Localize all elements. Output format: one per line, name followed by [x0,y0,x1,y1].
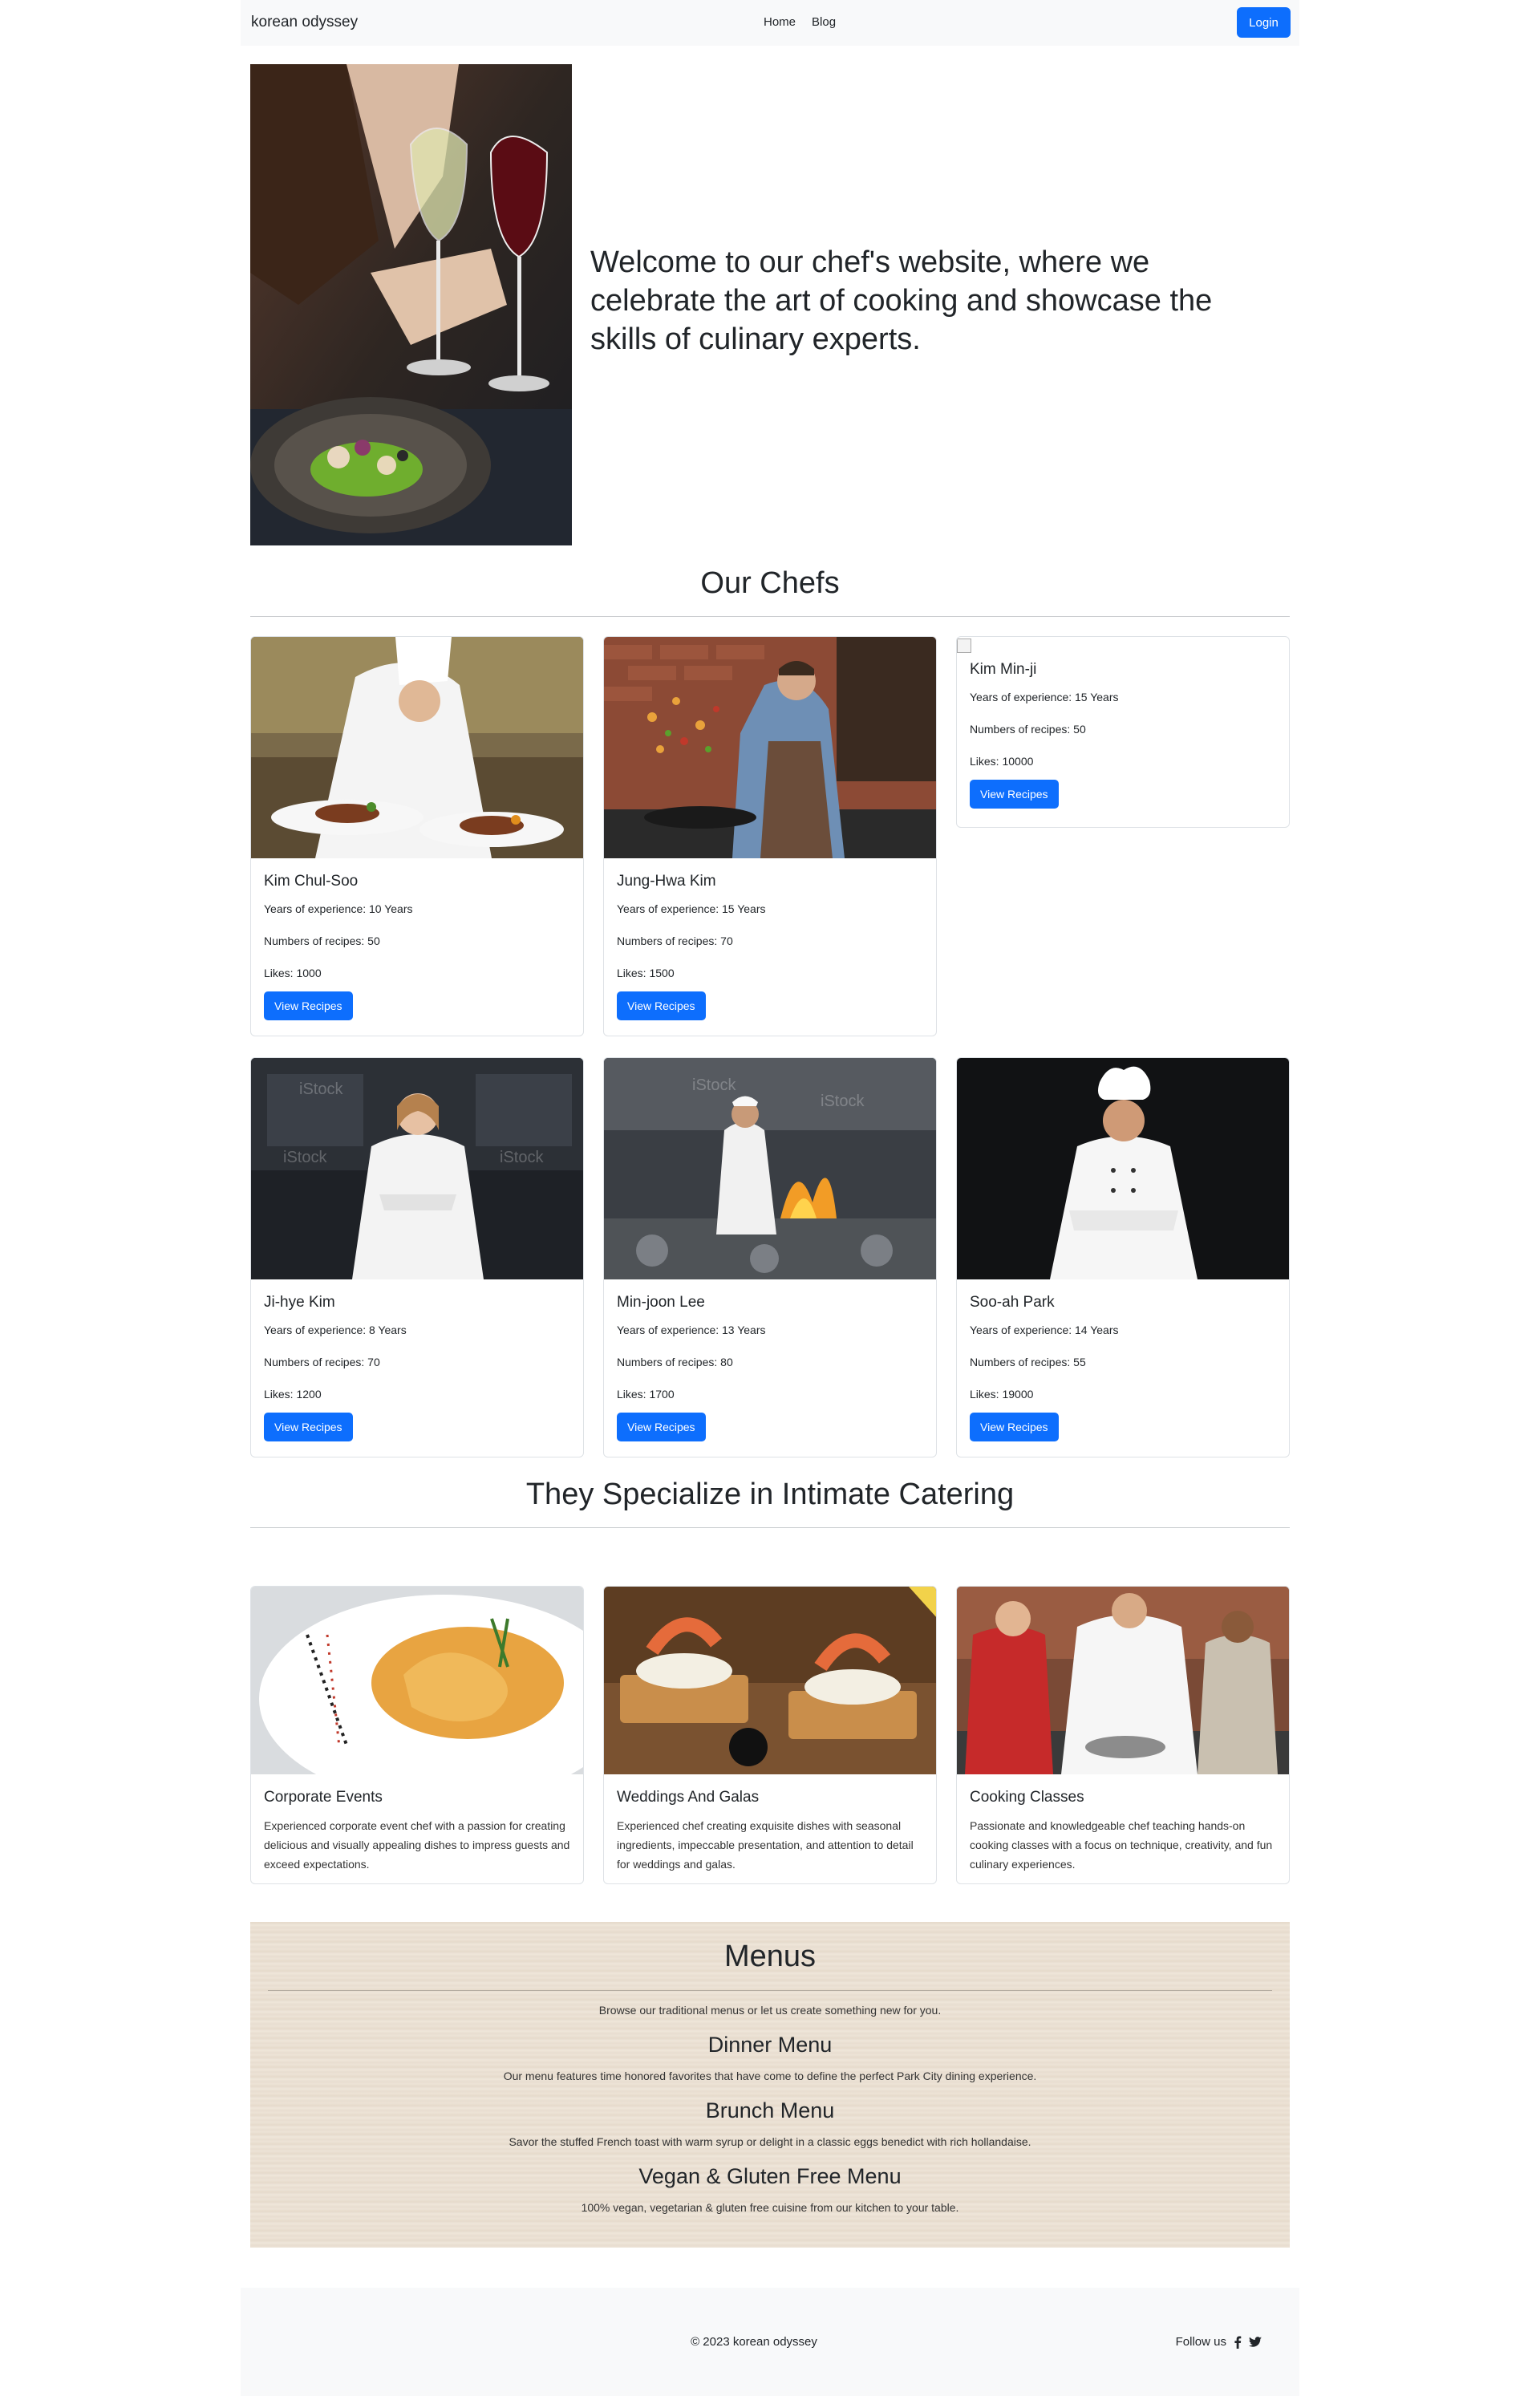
brand-logo[interactable]: korean odyssey [251,14,358,31]
divider [250,616,1290,617]
brunch-menu-description: Savor the stuffed French toast with warm… [509,2135,1031,2148]
chef-likes: Likes: 19000 [970,1388,1034,1401]
chef-recipes: Numbers of recipes: 50 [264,934,380,947]
follow-us: Follow us [1176,2335,1262,2349]
divider [268,1990,1272,1991]
catering-description: Experienced chef creating exquisite dish… [617,1819,914,1871]
catering-photo [957,1587,1289,1774]
view-recipes-button[interactable]: View Recipes [264,991,353,1020]
nav-link-blog[interactable]: Blog [812,15,836,29]
view-recipes-button[interactable]: View Recipes [970,1413,1059,1441]
navbar: korean odyssey Home Blog Login [241,0,1299,46]
catering-section-title: They Specialize in Intimate Catering [525,1478,1015,1511]
twitter-icon[interactable] [1249,2336,1262,2349]
login-button[interactable]: Login [1237,7,1291,38]
vegan-menu-title[interactable]: Vegan & Gluten Free Menu [250,2164,1290,2189]
svg-text:iStock: iStock [821,1093,865,1110]
chef-photo [604,637,936,858]
catering-description: Passionate and knowledgeable chef teachi… [970,1819,1273,1871]
follow-us-label: Follow us [1175,2335,1226,2349]
copyright: © 2023 korean odyssey [691,2335,817,2349]
menus-subtitle: Browse our traditional menus or let us c… [598,2004,942,2017]
view-recipes-button[interactable]: View Recipes [264,1413,353,1441]
broken-image-icon [957,639,971,653]
catering-card: Weddings And Galas Experienced chef crea… [603,1586,937,1884]
catering-description: Experienced corporate event chef with a … [264,1819,570,1871]
catering-card: Corporate Events Experienced corporate e… [250,1586,584,1884]
view-recipes-button[interactable]: View Recipes [617,991,706,1020]
facebook-icon[interactable] [1231,2336,1244,2349]
vegan-menu-description: 100% vegan, vegetarian & gluten free cui… [581,2201,959,2214]
svg-text:iStock: iStock [500,1149,544,1166]
hero-image [250,64,572,545]
chef-card: Kim Chul-Soo Years of experience: 10 Yea… [250,636,584,1036]
catering-card: Cooking Classes Passionate and knowledge… [956,1586,1290,1884]
chef-name: Jung-Hwa Kim [617,873,716,890]
chef-recipes: Numbers of recipes: 80 [617,1356,733,1368]
chef-likes: Likes: 10000 [970,755,1034,768]
menus-section: Menus Browse our traditional menus or le… [250,1922,1290,2248]
chef-card: Jung-Hwa Kim Years of experience: 15 Yea… [603,636,937,1036]
svg-text:iStock: iStock [283,1149,327,1166]
chef-name: Min-joon Lee [617,1294,705,1311]
chef-recipes: Numbers of recipes: 50 [970,723,1086,736]
svg-text:iStock: iStock [299,1080,343,1098]
chef-recipes: Numbers of recipes: 55 [970,1356,1086,1368]
hero-heading: Welcome to our chef's website, where we … [590,245,1213,356]
chef-name: Kim Chul-Soo [264,873,359,890]
dinner-menu-description: Our menu features time honored favorites… [503,2070,1037,2082]
menus-title: Menus [723,1940,817,1973]
chefs-section-title: Our Chefs [700,566,840,600]
chef-photo-broken [957,637,1289,655]
chef-likes: Likes: 1000 [264,967,322,979]
chef-likes: Likes: 1500 [617,967,675,979]
divider [250,1527,1290,1528]
chef-name: Kim Min-ji [970,661,1037,678]
view-recipes-button[interactable]: View Recipes [617,1413,706,1441]
chef-experience: Years of experience: 14 Years [970,1324,1119,1336]
chef-card: iStock iStock iStock Ji-hye Kim Years of… [250,1057,584,1457]
chef-card: Soo-ah Park Years of experience: 14 Year… [956,1057,1290,1457]
view-recipes-button[interactable]: View Recipes [970,780,1059,809]
footer: © 2023 korean odyssey Follow us [241,2288,1299,2396]
chef-likes: Likes: 1200 [264,1388,322,1401]
svg-text:iStock: iStock [692,1076,736,1094]
catering-title: Corporate Events [264,1789,383,1806]
catering-photo [251,1587,583,1774]
chef-name: Ji-hye Kim [264,1294,335,1311]
chef-likes: Likes: 1700 [617,1388,675,1401]
chef-experience: Years of experience: 13 Years [617,1324,766,1336]
chef-recipes: Numbers of recipes: 70 [264,1356,380,1368]
chef-experience: Years of experience: 15 Years [970,691,1119,703]
chef-photo: iStock iStock iStock [251,1058,583,1279]
nav-links: Home Blog [764,15,836,29]
catering-photo [604,1587,936,1774]
chef-card: iStock iStock Min-joon Lee Years of expe… [603,1057,937,1457]
chef-experience: Years of experience: 15 Years [617,902,766,915]
chef-photo [957,1058,1289,1279]
chef-recipes: Numbers of recipes: 70 [617,934,733,947]
chef-experience: Years of experience: 8 Years [264,1324,407,1336]
chef-experience: Years of experience: 10 Years [264,902,413,915]
catering-title: Cooking Classes [970,1789,1084,1806]
catering-title: Weddings And Galas [617,1789,760,1806]
chef-photo [251,637,583,858]
dinner-menu-title[interactable]: Dinner Menu [250,2033,1290,2057]
chef-card: Kim Min-ji Years of experience: 15 Years… [956,636,1290,828]
nav-link-home[interactable]: Home [764,15,796,29]
chef-photo: iStock iStock [604,1058,936,1279]
brunch-menu-title[interactable]: Brunch Menu [250,2098,1290,2123]
chef-name: Soo-ah Park [970,1294,1055,1311]
